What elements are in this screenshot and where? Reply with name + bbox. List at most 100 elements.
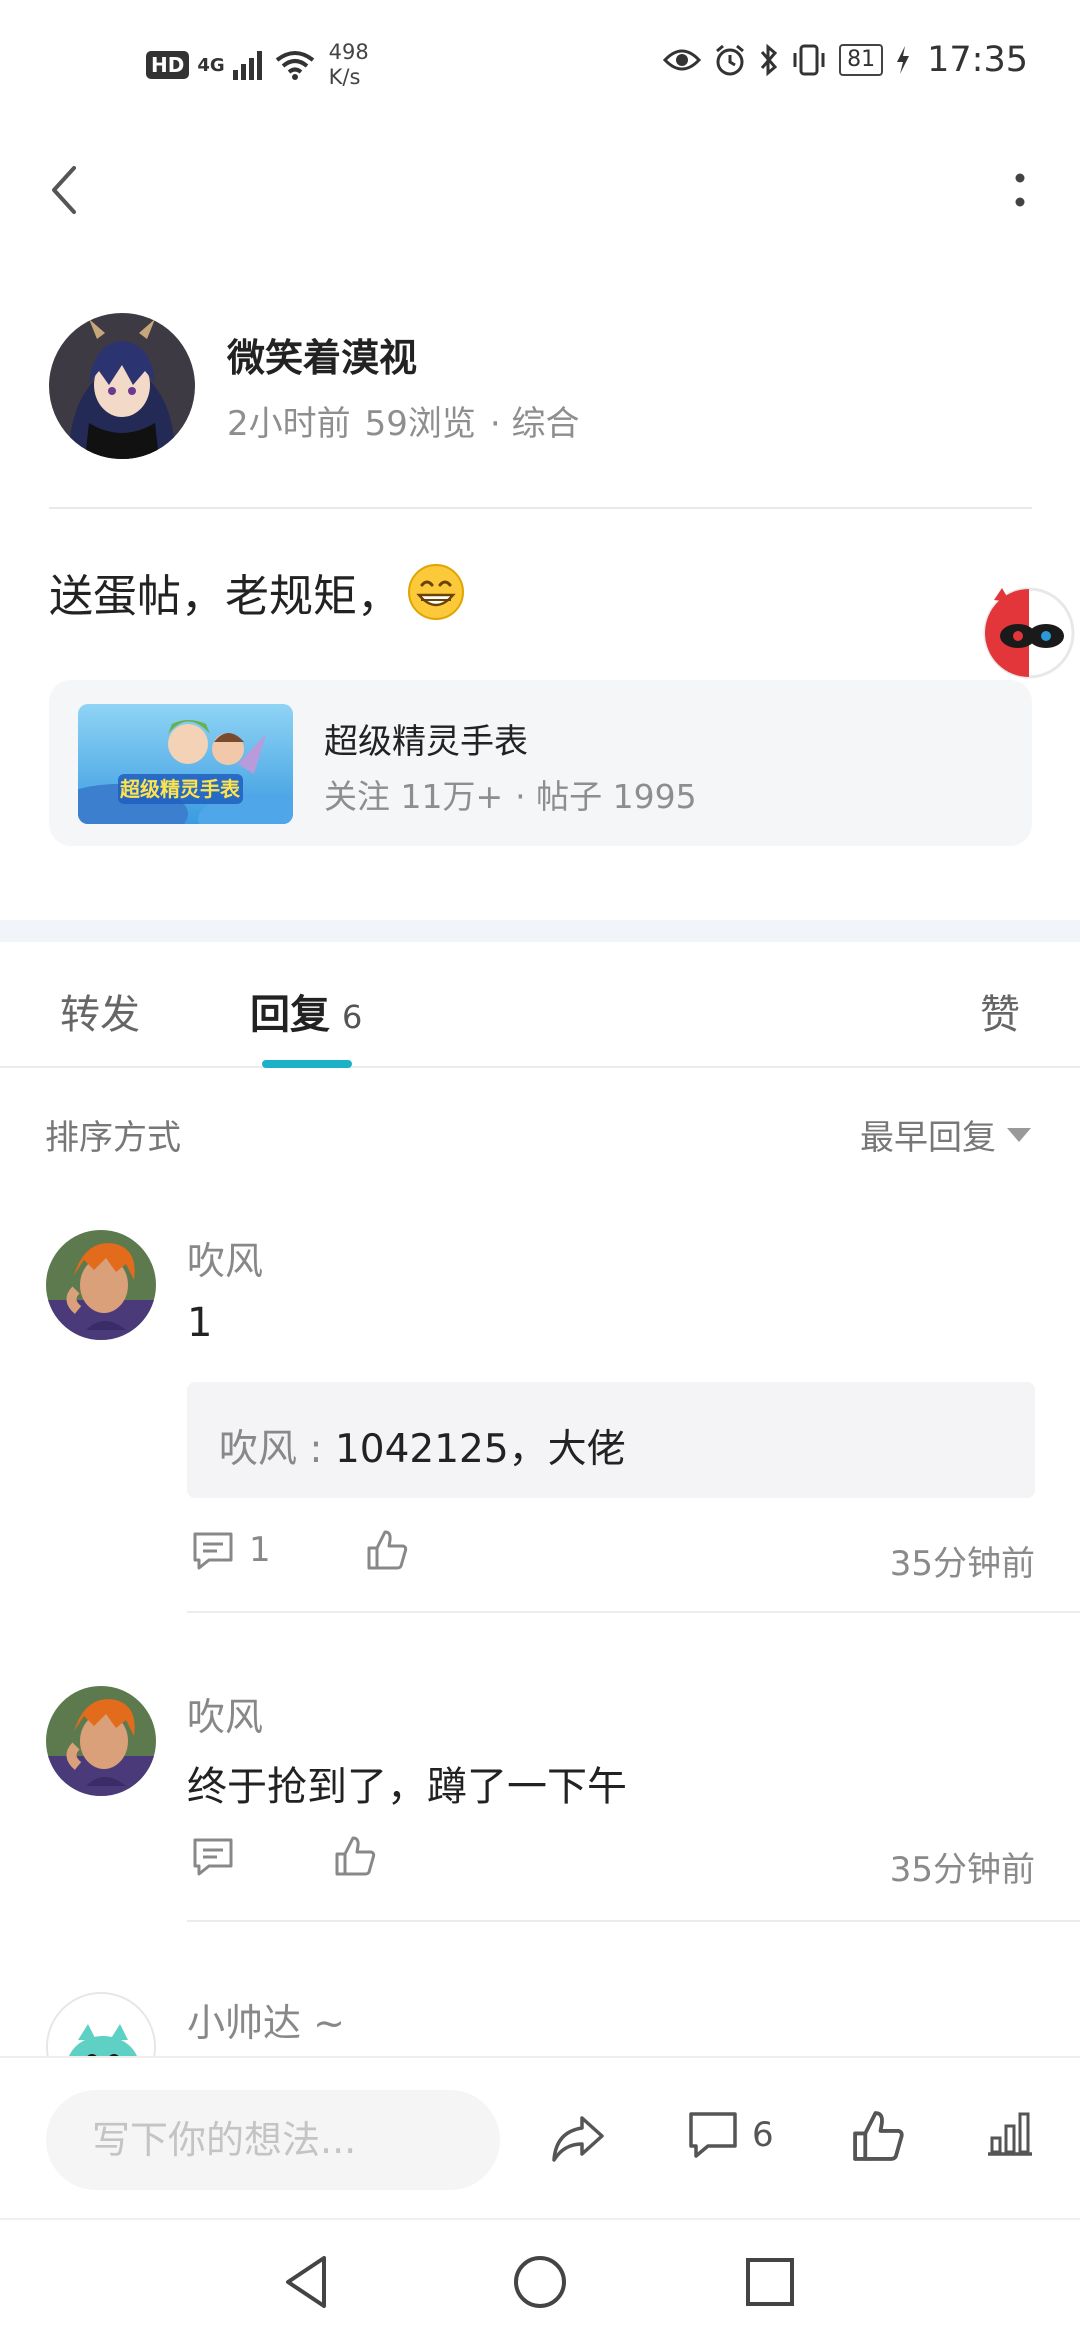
floating-widget-icon	[983, 587, 1075, 679]
alarm-icon	[716, 44, 745, 76]
like-button[interactable]	[333, 1834, 377, 1878]
post-meta: 2小时前 59浏览 · 综合	[227, 396, 580, 445]
comment-actions: 1 35分钟前	[187, 1528, 1035, 1588]
comment-time: 35分钟前	[889, 1544, 1035, 1584]
commenter-avatar-image	[48, 1994, 154, 2056]
comments-button[interactable]: 6	[686, 2108, 774, 2162]
thumbs-up-icon	[853, 2111, 904, 2161]
speed-unit: K/s	[328, 65, 361, 89]
tab-forward[interactable]: 转发	[60, 982, 140, 1040]
commenter-avatar[interactable]	[46, 1992, 156, 2056]
signal-icon	[232, 51, 262, 80]
comment-icon	[193, 1532, 233, 1570]
tab-like[interactable]: 赞	[980, 982, 1020, 1040]
topic-card[interactable]: 超级精灵手表 超级精灵手表 关注 11万+ · 帖子 1995	[49, 680, 1032, 846]
comment-item: 小帅达 ~	[0, 1992, 1080, 2056]
comment-item: 吹风 终于抢到了，蹲了一下午 35分钟前	[0, 1686, 1080, 1926]
tab-bar: 转发 回复 6 赞	[0, 942, 1080, 1068]
stats-button[interactable]	[984, 2108, 1036, 2160]
post-category: · 综合	[489, 404, 580, 444]
comment-bubble-icon	[689, 2112, 737, 2158]
speed-value: 498	[328, 40, 369, 64]
charging-icon	[897, 46, 910, 74]
divider	[49, 507, 1032, 509]
comment-icon	[193, 1838, 233, 1876]
more-options-button[interactable]	[990, 160, 1050, 220]
square-recents-icon	[746, 2258, 794, 2306]
author-avatar[interactable]	[49, 313, 195, 459]
comment-divider	[187, 1920, 1080, 1922]
nav-recents-button[interactable]	[738, 2250, 802, 2314]
reply-button[interactable]: 1	[191, 1528, 271, 1572]
topic-thumbnail-title: 超级精灵手表	[119, 777, 241, 801]
topic-thumbnail: 超级精灵手表	[78, 704, 293, 824]
tab-reply-count: 6	[342, 998, 363, 1036]
topic-posts: · 帖子 1995	[515, 777, 697, 816]
network-type: 4G	[197, 54, 225, 76]
floating-widget[interactable]	[980, 584, 1078, 682]
back-button[interactable]	[36, 160, 96, 220]
sort-value: 最早回复	[860, 1118, 996, 1158]
comment-divider	[187, 1611, 1080, 1613]
thumbs-up-icon	[335, 1836, 376, 1876]
network-speed: 498 K/s	[329, 40, 369, 90]
section-separator	[0, 920, 1080, 942]
quoted-reply[interactable]: 吹风 : 1042125，大佬	[187, 1382, 1035, 1498]
share-button[interactable]	[548, 2108, 608, 2168]
comment-actions: 35分钟前	[187, 1834, 1035, 1894]
post-time: 2小时前	[227, 404, 351, 444]
clock: 17:35	[927, 40, 1028, 80]
topic-followers: 关注 11万+	[324, 777, 504, 816]
nav-home-button[interactable]	[508, 2250, 572, 2314]
eye-icon	[663, 49, 702, 71]
back-arrow-icon	[52, 166, 76, 214]
more-vertical-icon	[1015, 173, 1025, 207]
bottom-action-bar: 6	[0, 2056, 1080, 2218]
tab-active-indicator	[262, 1060, 352, 1068]
commenter-avatar-image	[46, 1230, 156, 1340]
quoted-reply-text: 1042125，大佬	[334, 1427, 626, 1472]
status-right: 81 17:35	[663, 40, 1028, 80]
topic-stats: 关注 11万+ · 帖子 1995	[324, 770, 697, 818]
sort-select[interactable]: 最早回复	[860, 1110, 1032, 1159]
author-name[interactable]: 微笑着漠视	[227, 327, 417, 382]
commenter-name[interactable]: 吹风	[187, 1230, 263, 1285]
like-post-button[interactable]	[850, 2108, 906, 2164]
post-content-text: 送蛋帖，老规矩，	[49, 571, 401, 622]
topic-name: 超级精灵手表	[324, 722, 528, 762]
bar-chart-icon	[988, 2112, 1032, 2156]
post-views: 59浏览	[364, 404, 476, 444]
nav-back-button[interactable]	[276, 2250, 340, 2314]
vibrate-icon	[793, 44, 825, 76]
sort-bar: 排序方式 最早回复	[0, 1070, 1080, 1190]
commenter-avatar[interactable]	[46, 1686, 156, 1796]
tab-reply[interactable]: 回复 6	[250, 982, 362, 1040]
commenter-name[interactable]: 吹风	[187, 1686, 263, 1741]
comment-item: 吹风 1 吹风 : 1042125，大佬 1 35分钟前	[0, 1230, 1080, 1620]
reply-count: 1	[249, 1530, 271, 1570]
commenter-name[interactable]: 小帅达 ~	[187, 1992, 345, 2047]
grin-emoji-icon	[408, 564, 464, 620]
reply-button[interactable]	[191, 1834, 235, 1878]
battery-indicator: 81	[839, 44, 884, 76]
like-button[interactable]	[365, 1528, 409, 1572]
comments-count: 6	[752, 2115, 774, 2155]
status-left: HD 4G 498 K/s	[146, 40, 369, 90]
thumbs-up-icon	[367, 1530, 408, 1570]
bluetooth-icon	[760, 43, 778, 77]
tab-reply-label: 回复	[250, 992, 330, 1038]
sort-label: 排序方式	[45, 1118, 181, 1158]
author-avatar-image	[49, 313, 195, 459]
comment-text: 1	[187, 1300, 213, 1346]
caret-down-icon	[1007, 1127, 1031, 1142]
circle-home-icon	[514, 2256, 566, 2308]
comment-time: 35分钟前	[889, 1850, 1035, 1890]
comment-text: 终于抢到了，蹲了一下午	[187, 1764, 627, 1810]
wifi-icon	[275, 51, 314, 80]
hd-badge: HD	[146, 51, 190, 79]
system-nav-bar	[0, 2218, 1080, 2340]
comment-input[interactable]	[46, 2090, 500, 2190]
quoted-reply-name: 吹风 :	[219, 1427, 335, 1472]
share-arrow-icon	[552, 2116, 604, 2162]
commenter-avatar[interactable]	[46, 1230, 156, 1340]
